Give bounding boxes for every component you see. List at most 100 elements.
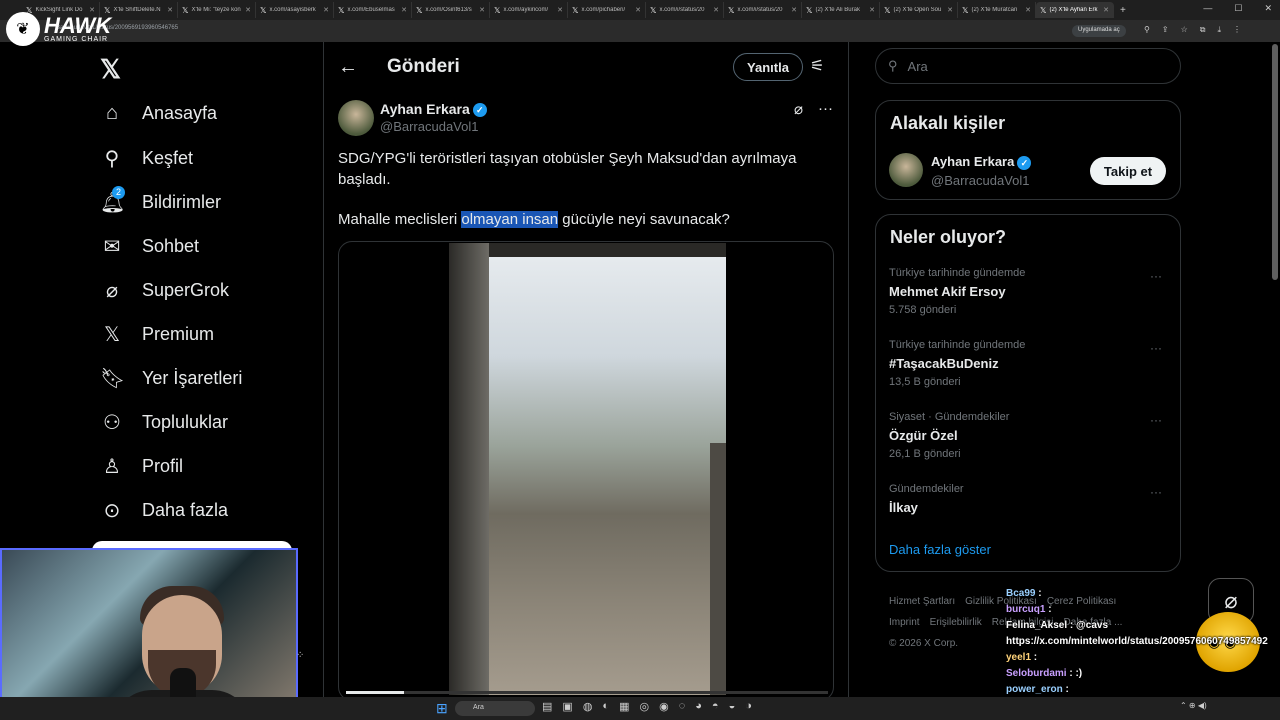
more-icon[interactable]: ··· [1150, 485, 1162, 499]
sidebar-item-daha-fazla[interactable]: ⊙ Daha fazla [100, 498, 228, 523]
follow-button[interactable]: Takip et [1090, 157, 1166, 185]
tab-close-icon[interactable]: ✕ [479, 6, 485, 14]
trend-name[interactable]: Özgür Özel [889, 428, 958, 443]
more-icon[interactable]: ··· [1150, 269, 1162, 283]
related-person-handle[interactable]: @BarracudaVol1 [931, 173, 1029, 188]
search-placeholder[interactable]: Ara [908, 59, 928, 74]
x-logo-icon[interactable]: 𝕏 [100, 54, 121, 85]
footer-link[interactable]: Erişilebilirlik [930, 617, 982, 628]
tab-close-icon[interactable]: ✕ [245, 6, 251, 14]
tab-close-icon[interactable]: ✕ [791, 6, 797, 14]
obs-icon[interactable]: ◉ [659, 700, 669, 713]
search-input[interactable]: ⚲ Ara [875, 48, 1181, 84]
avatar[interactable] [889, 153, 923, 187]
sidebar-item-premium[interactable]: 𝕏 Premium [100, 322, 214, 347]
tab-title[interactable]: (2) X'te Ali Burak [815, 7, 866, 13]
browser-tab[interactable]: 𝕏x.com/asayisberk ✕ [256, 2, 334, 18]
related-person-name[interactable]: Ayhan Erkara ✓ [931, 154, 1032, 170]
sidebar-item-yer-i-aretleri[interactable]: 🔖︎ Yer İşaretleri [100, 366, 242, 391]
video-frame[interactable] [449, 243, 726, 695]
tab-close-icon[interactable]: ✕ [869, 6, 875, 14]
chrome-icon[interactable]: ◍ [583, 700, 593, 713]
new-tab-icon[interactable]: + [1114, 5, 1126, 16]
sidebar-item-supergrok[interactable]: ⌀ SuperGrok [100, 278, 229, 303]
browser-tab[interactable]: 𝕏 (2) X'te Ayhan Erk ✕ [1036, 2, 1114, 18]
more-icon[interactable]: ··· [1150, 341, 1162, 355]
browser-tab[interactable]: 𝕏x.com/Osint613/s ✕ [412, 2, 490, 18]
tab-title[interactable]: (2) X'te Ayhan Erk [1049, 7, 1100, 13]
steam-icon[interactable]: ◌ [679, 700, 686, 713]
tab-close-icon[interactable]: ✕ [635, 6, 641, 14]
app-icon[interactable]: ◓ [712, 700, 719, 713]
tab-title[interactable]: x.com/aykiricom/ [503, 7, 554, 13]
post-handle[interactable]: @BarracudaVol1 [380, 119, 478, 134]
sidebar-item-topluluklar[interactable]: ⚇ Topluluklar [100, 410, 228, 435]
related-name-text[interactable]: Ayhan Erkara [931, 154, 1014, 169]
sidebar-item-ke-fet[interactable]: ⚲ Keşfet [100, 146, 193, 171]
tab-close-icon[interactable]: ✕ [401, 6, 407, 14]
tab-title[interactable]: x.com/Osint613/s [425, 7, 476, 13]
browser-tab[interactable]: 𝕏 (2) X'te Ali Burak ✕ [802, 2, 880, 18]
tab-title[interactable]: x.com/i/status/20 [737, 7, 788, 13]
zoom-icon[interactable]: ⚲ [1144, 25, 1150, 35]
browser-tab[interactable]: 𝕏x.com/pichaberi/✕ [568, 2, 646, 18]
sidebar-item-anasayfa[interactable]: ⌂ Anasayfa [100, 102, 217, 125]
tab-title[interactable]: X'te ShiftDelete.N [113, 7, 164, 13]
minimize-icon[interactable]: — [1203, 3, 1212, 14]
browser-tab[interactable]: 𝕏x.com/i/status/20 ✕ [646, 2, 724, 18]
tab-close-icon[interactable]: ✕ [323, 6, 329, 14]
video-progress-bar[interactable] [346, 691, 828, 694]
post-author[interactable]: Ayhan Erkara ✓ [380, 101, 487, 118]
tab-close-icon[interactable]: ✕ [557, 6, 563, 14]
tab-title[interactable]: X'te Mi: "teyze kon [191, 7, 242, 13]
grok-icon[interactable]: ⌀ [794, 100, 803, 118]
app-icon[interactable]: ◒ [729, 700, 736, 713]
browser-tab[interactable]: 𝕏 (2) X'te Muratcan ✕ [958, 2, 1036, 18]
trend-name[interactable]: İlkay [889, 500, 918, 515]
avatar[interactable] [338, 100, 374, 136]
footer-link[interactable]: Hizmet Şartları [889, 596, 955, 607]
maximize-icon[interactable]: ☐ [1234, 3, 1242, 14]
windows-start-icon[interactable]: ⊞ [436, 700, 448, 717]
tab-close-icon[interactable]: ✕ [947, 6, 953, 14]
tab-title[interactable]: (2) X'te Open Sou [893, 7, 944, 13]
system-tray-icon[interactable]: ⌃ ⊕ ◀) [1180, 701, 1207, 710]
tab-title[interactable]: (2) X'te Muratcan [971, 7, 1022, 13]
browser-tab[interactable]: 𝕏x.com/i/status/20 ✕ [724, 2, 802, 18]
discord-icon[interactable]: ◎ [639, 700, 649, 713]
spotify-icon[interactable]: ◕ [695, 700, 702, 713]
tab-close-icon[interactable]: ✕ [167, 6, 173, 14]
share-icon[interactable]: ⇪ [1162, 25, 1169, 35]
author-name[interactable]: Ayhan Erkara [380, 101, 470, 117]
browser-tab[interactable]: 𝕏 (2) X'te Open Sou ✕ [880, 2, 958, 18]
tab-close-icon[interactable]: ✕ [713, 6, 719, 14]
open-in-app-button[interactable]: Uygulamada aç [1072, 25, 1126, 37]
more-icon[interactable]: ··· [1150, 413, 1162, 427]
extensions-icon[interactable]: ⧉ [1200, 25, 1206, 35]
browser-tab[interactable]: 𝕏 X'te Mi: "teyze kon ✕ [178, 2, 256, 18]
menu-icon[interactable]: ⋮ [1233, 25, 1241, 35]
reply-button[interactable]: Yanıtla [733, 53, 803, 81]
sliders-icon[interactable]: ⚟ [810, 56, 824, 76]
taskbar-search[interactable]: Ara [455, 701, 535, 716]
tab-title[interactable]: x.com/i/status/20 [659, 7, 710, 13]
window-controls[interactable]: — ☐ ✕ [1203, 3, 1272, 14]
tab-close-icon[interactable]: ✕ [1025, 6, 1031, 14]
tab-title[interactable]: x.com/asayisberk [269, 7, 320, 13]
download-icon[interactable]: ⤓ [1217, 25, 1221, 35]
browser-tab[interactable]: 𝕏x.com/aykiricom/✕ [490, 2, 568, 18]
sidebar-item-sohbet[interactable]: ✉ Sohbet [100, 234, 199, 259]
sidebar-item-bildirimler[interactable]: 🔔︎ 2 Bildirimler [100, 186, 221, 215]
browser-tab[interactable]: 𝕏x.com/Ebuselmas ✕ [334, 2, 412, 18]
tab-title[interactable]: x.com/Ebuselmas [347, 7, 398, 13]
edge-icon[interactable]: ◐ [602, 700, 609, 713]
more-icon[interactable]: ··· [818, 100, 833, 117]
star-icon[interactable]: ☆ [1181, 25, 1188, 35]
sidebar-item-profil[interactable]: ♙ Profil [100, 454, 183, 479]
back-arrow-icon[interactable]: ← [338, 56, 358, 79]
show-more-link[interactable]: Daha fazla göster [889, 542, 991, 557]
browser-tab[interactable]: 𝕏 X'te ShiftDelete.N ✕ [100, 2, 178, 18]
footer-link[interactable]: Imprint [889, 617, 920, 628]
tab-close-icon[interactable]: ✕ [1103, 6, 1109, 14]
trend-name[interactable]: #TaşacakBuDeniz [889, 356, 999, 371]
